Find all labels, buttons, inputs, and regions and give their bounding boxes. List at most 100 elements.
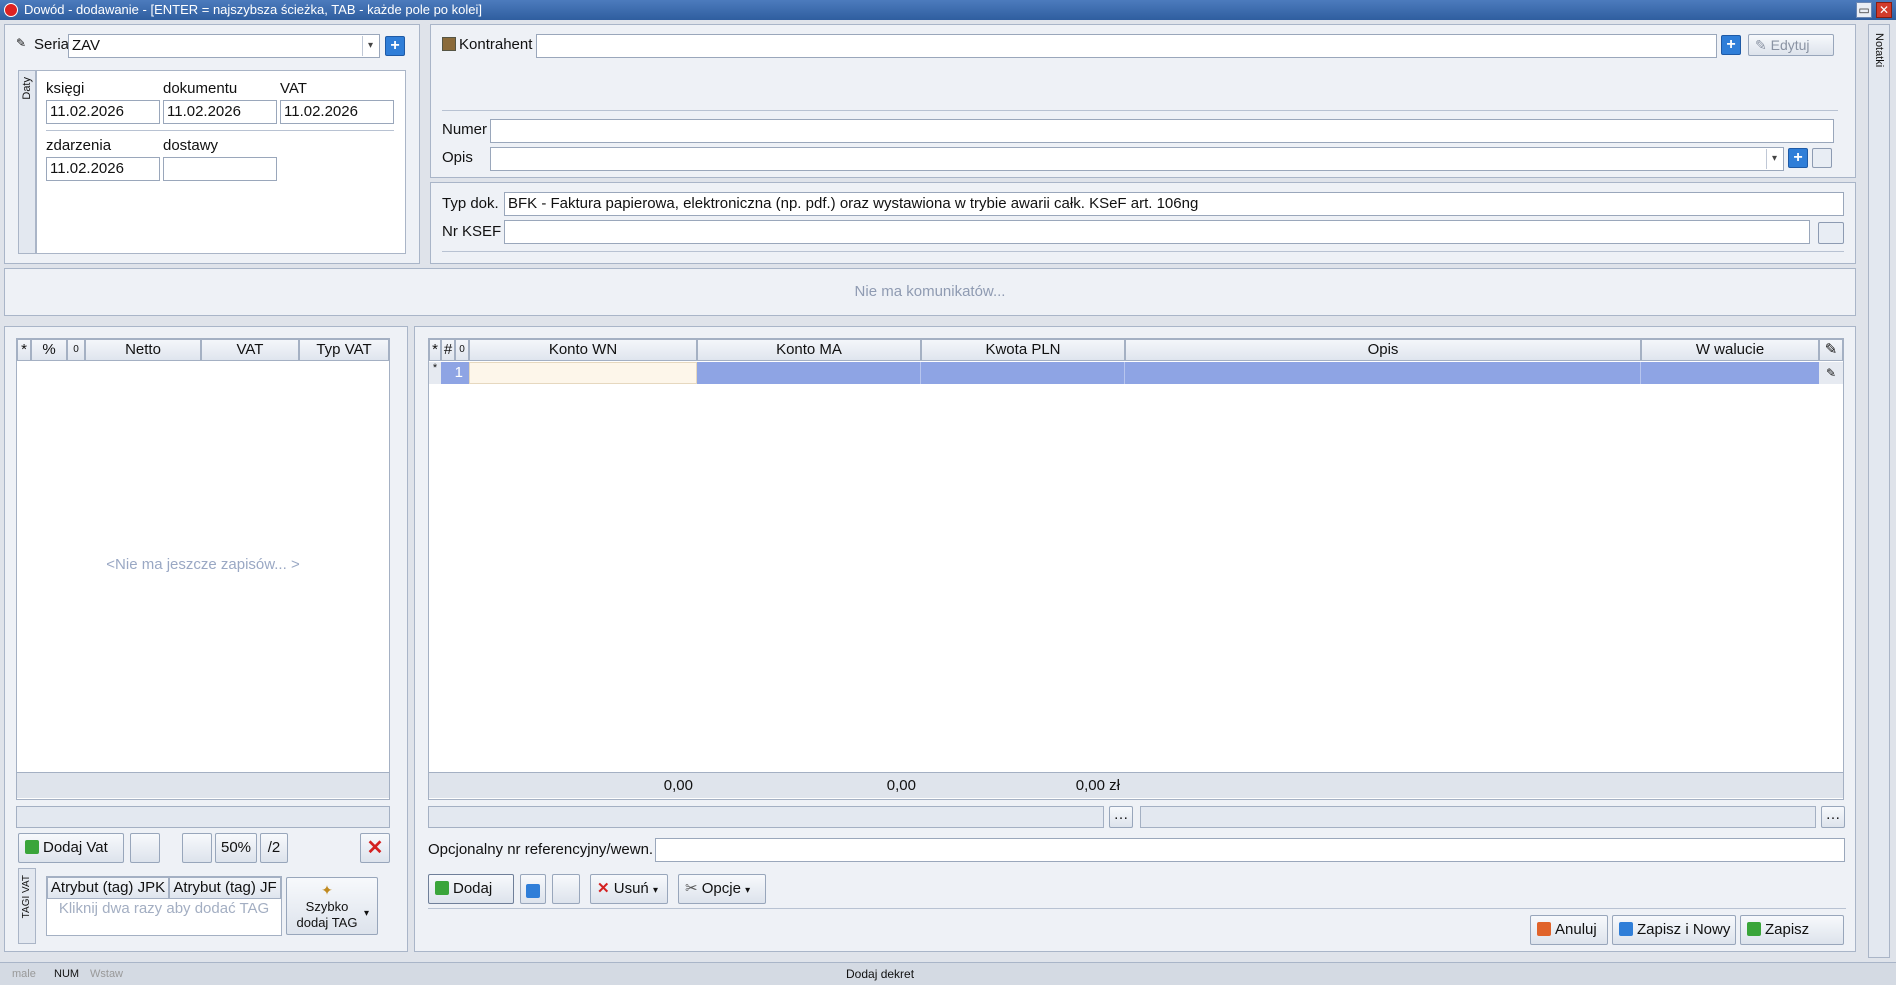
zdarzenia-date-field[interactable]: 11.02.2026 — [46, 157, 160, 181]
ellipsis-button-right[interactable]: … — [1821, 806, 1845, 828]
kontrahent-field[interactable] — [536, 34, 1717, 58]
window-title: Dowód - dodawanie - [ENTER = najszybsza … — [24, 2, 482, 17]
add-row-button[interactable] — [520, 874, 546, 904]
tools-icon: ✂ — [685, 880, 698, 897]
pct50-button[interactable]: 50% — [215, 833, 257, 863]
plus-icon — [526, 884, 540, 898]
chevron-down-icon[interactable]: ▾ — [1766, 149, 1782, 169]
vat-col-star: * — [17, 339, 31, 361]
anuluj-label: Anuluj — [1555, 921, 1597, 938]
lookup-field-right[interactable] — [1140, 806, 1816, 828]
divider — [428, 908, 1846, 909]
delete-icon: ✕ — [597, 880, 610, 897]
numer-label: Numer — [442, 121, 488, 138]
ksiegi-date-field[interactable]: 11.02.2026 — [46, 100, 160, 124]
zapisz-button[interactable]: Zapisz — [1740, 915, 1844, 945]
vat-date-label: VAT — [280, 80, 307, 97]
dekret-col-kwota-pln[interactable]: Kwota PLN — [921, 339, 1125, 361]
tags-col-jpk[interactable]: Atrybut (tag) JPK — [47, 877, 169, 899]
w-walucie-cell[interactable] — [1641, 362, 1819, 384]
add-seria-button[interactable]: + — [385, 36, 405, 56]
seria-icon: ✎ — [16, 36, 27, 50]
dodaj-button[interactable]: Dodaj — [428, 874, 514, 904]
vat-date-field[interactable]: 11.02.2026 — [280, 100, 394, 124]
dekret-col-konto-wn[interactable]: Konto WN — [469, 339, 697, 361]
edit-column-icon[interactable]: ✎ — [1819, 339, 1843, 361]
chevron-down-icon[interactable]: ▾ — [364, 908, 369, 919]
kwota-pln-cell[interactable] — [921, 362, 1125, 384]
tags-col-jf[interactable]: Atrybut (tag) JF — [169, 877, 281, 899]
magic-wand-icon: ✦ — [321, 882, 333, 898]
dokumentu-date-field[interactable]: 11.02.2026 — [163, 100, 277, 124]
dodaj-vat-button[interactable]: Dodaj Vat — [18, 833, 124, 863]
add-opis-button[interactable]: + — [1788, 148, 1808, 168]
dekret-col-opis[interactable]: Opis — [1125, 339, 1641, 361]
opis-field[interactable] — [490, 147, 1784, 171]
edit-kontrahent-button[interactable]: ✎ Edytuj — [1748, 34, 1834, 56]
konto-ma-cell[interactable] — [697, 362, 921, 384]
quick-add-tag-button[interactable]: ✦ Szybko dodaj TAG — [286, 877, 378, 935]
div2-button[interactable]: /2 — [260, 833, 288, 863]
vat-col-vat[interactable]: VAT — [201, 339, 299, 361]
messages-strip: Nie ma komunikatów... — [4, 268, 1856, 316]
vat-col-zero: 0 — [67, 339, 85, 361]
dodaj-vat-label: Dodaj Vat — [43, 839, 108, 856]
chevron-down-icon[interactable]: ▾ — [362, 36, 378, 56]
vat-col-percent: % — [31, 339, 67, 361]
cancel-icon — [1537, 922, 1551, 936]
copy-icon[interactable] — [552, 874, 580, 904]
status-text: Dodaj dekret — [846, 967, 915, 981]
copy-icon[interactable] — [182, 833, 212, 863]
eraser-icon[interactable] — [1812, 148, 1832, 168]
anuluj-button[interactable]: Anuluj — [1530, 915, 1608, 945]
opis-cell[interactable] — [1125, 362, 1641, 384]
tags-tab[interactable]: TAGI VAT — [18, 868, 36, 944]
quick-add-tag-label: Szybko dodaj TAG — [296, 899, 358, 930]
title-bar: Dowód - dodawanie - [ENTER = najszybsza … — [0, 0, 1896, 20]
dekret-col-w-walucie[interactable]: W walucie — [1641, 339, 1819, 361]
delete-icon[interactable]: ✕ — [360, 833, 390, 863]
divider — [46, 130, 394, 131]
add-kontrahent-button[interactable]: + — [1721, 35, 1741, 55]
opcje-button[interactable]: ✂ Opcje ▾ — [678, 874, 766, 904]
vat-col-typ-vat[interactable]: Typ VAT — [299, 339, 389, 361]
ins-indicator: Wstaw — [90, 968, 123, 980]
tags-tab-label: TAGI VAT — [21, 875, 32, 919]
dokumentu-label: dokumentu — [163, 80, 238, 97]
divider — [442, 110, 1838, 111]
dekret-col-star: * — [429, 339, 441, 361]
maximize-button[interactable]: ▭ — [1856, 2, 1872, 18]
eraser-icon[interactable] — [130, 833, 160, 863]
zapisz-i-nowy-label: Zapisz i Nowy — [1637, 921, 1731, 938]
typ-dok-field[interactable]: BFK - Faktura papierowa, elektroniczna (… — [504, 192, 1844, 216]
seria-label: Seria — [34, 36, 70, 53]
vat-col-netto[interactable]: Netto — [85, 339, 201, 361]
konto-wn-cell[interactable] — [469, 362, 697, 384]
dekret-col-konto-ma[interactable]: Konto MA — [697, 339, 921, 361]
nr-ksef-field[interactable] — [504, 220, 1810, 244]
dostawy-date-field[interactable] — [163, 157, 277, 181]
edit-row-icon[interactable]: ✎ — [1819, 362, 1843, 384]
typ-dok-label: Typ dok. — [442, 195, 499, 212]
ksef-lookup-icon[interactable] — [1818, 222, 1844, 244]
daty-tab-label: Daty — [21, 77, 33, 100]
daty-tab[interactable]: Daty — [18, 70, 36, 254]
usun-button[interactable]: ✕ Usuń ▾ — [590, 874, 668, 904]
ref-field[interactable] — [655, 838, 1845, 862]
zapisz-i-nowy-button[interactable]: Zapisz i Nowy — [1612, 915, 1736, 945]
lookup-field-left[interactable] — [428, 806, 1104, 828]
plus-icon — [25, 840, 39, 854]
total-ma: 0,00 — [886, 777, 916, 794]
notatki-tab[interactable]: Notatki — [1868, 24, 1890, 958]
seria-select[interactable]: ZAV — [68, 34, 380, 58]
dostawy-label: dostawy — [163, 137, 219, 154]
dekret-col-nr: # — [441, 339, 455, 361]
zdarzenia-label: zdarzenia — [46, 137, 112, 154]
caps-indicator: male — [12, 968, 36, 980]
table-row[interactable]: * 1 ✎ — [429, 362, 1843, 384]
vat-scrollbar[interactable] — [16, 806, 390, 828]
ellipsis-button-left[interactable]: … — [1109, 806, 1133, 828]
close-button[interactable]: ✕ — [1876, 2, 1892, 18]
numer-field[interactable] — [490, 119, 1834, 143]
dekret-col-zero: 0 — [455, 339, 469, 361]
